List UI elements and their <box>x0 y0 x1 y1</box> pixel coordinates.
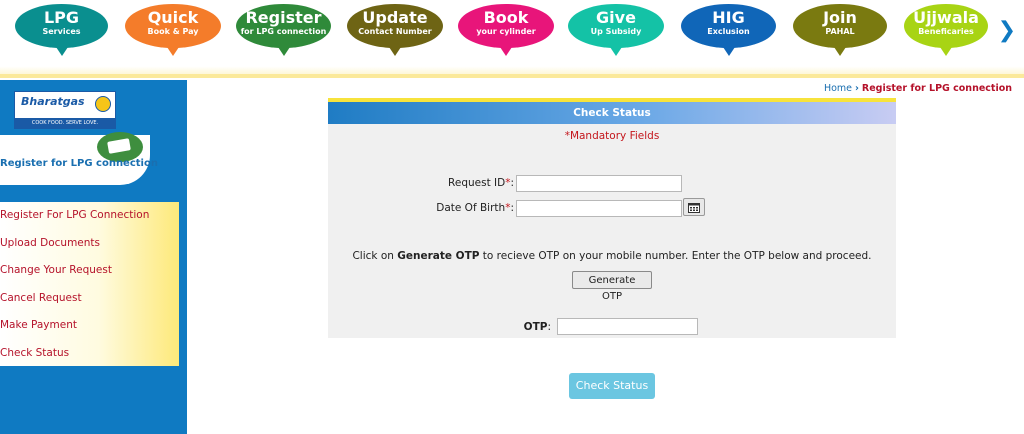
dob-label: Date Of Birth*: <box>436 202 514 214</box>
otp-label: OTP: <box>524 321 551 333</box>
chevron-right-icon[interactable]: ❯ <box>998 18 1016 43</box>
nav-subtitle: Contact Number <box>358 27 432 36</box>
nav-title: Give <box>596 8 636 27</box>
nav-subtitle: your cylinder <box>476 27 536 36</box>
section-banner: Register for LPG connection <box>0 132 158 185</box>
otp-msg-prefix: Click on <box>352 250 398 262</box>
nav-title: Join <box>823 8 857 27</box>
top-divider <box>0 74 1024 78</box>
banner-title: Register for LPG connection <box>0 158 158 169</box>
dob-label-text: Date Of Birth <box>436 202 506 214</box>
bharatgas-logo[interactable]: Bharatgas COOK FOOD. SERVE LOVE. <box>14 91 116 129</box>
breadcrumb-separator: › <box>855 83 859 94</box>
panel-title: Check Status <box>328 102 896 124</box>
sidebar-item-cancel-request[interactable]: Cancel Request <box>0 285 179 313</box>
logo-mark-icon <box>95 96 111 112</box>
logo-name: Bharatgas <box>21 95 85 108</box>
sidebar: Bharatgas COOK FOOD. SERVE LOVE. Registe… <box>0 80 187 434</box>
nav-book-cylinder[interactable]: Book your cylinder <box>458 4 554 56</box>
nav-subtitle: PAHAL <box>825 27 855 36</box>
logo-tagline: COOK FOOD. SERVE LOVE. <box>15 118 115 128</box>
check-status-button[interactable]: Check Status <box>569 373 655 399</box>
nav-title: HIG <box>712 8 745 27</box>
sidebar-item-upload-documents[interactable]: Upload Documents <box>0 230 179 258</box>
nav-subtitle: Exclusion <box>707 27 750 36</box>
otp-msg-bold: Generate OTP <box>397 250 480 262</box>
mandatory-note: *Mandatory Fields <box>564 130 660 142</box>
nav-title: Register <box>245 8 322 27</box>
label-colon: : <box>510 202 514 214</box>
nav-hig-exclusion[interactable]: HIG Exclusion <box>681 4 776 56</box>
calendar-button[interactable] <box>683 198 705 216</box>
sidebar-item-change-request[interactable]: Change Your Request <box>0 257 179 285</box>
nav-join-pahal[interactable]: Join PAHAL <box>793 4 887 56</box>
label-colon: : <box>547 321 551 333</box>
dob-input[interactable] <box>516 200 682 217</box>
breadcrumb: Home › Register for LPG connection <box>824 83 1012 94</box>
otp-input[interactable] <box>557 318 698 335</box>
nav-ujjwala-beneficiaries[interactable]: Ujjwala Beneficaries <box>904 4 988 56</box>
sidebar-menu: Register For LPG Connection Upload Docum… <box>0 202 179 366</box>
nav-subtitle: Services <box>42 27 81 36</box>
top-navigation: LPG Services Quick Book & Pay Register f… <box>0 0 1024 78</box>
nav-lpg-services[interactable]: LPG Services <box>15 4 108 56</box>
sidebar-item-check-status[interactable]: Check Status <box>0 340 179 368</box>
sidebar-item-make-payment[interactable]: Make Payment <box>0 312 179 340</box>
nav-quick-book-pay[interactable]: Quick Book & Pay <box>125 4 221 56</box>
nav-subtitle: for LPG connection <box>240 27 327 36</box>
request-id-label: Request ID*: <box>448 177 514 189</box>
calendar-icon <box>688 203 700 213</box>
breadcrumb-home[interactable]: Home <box>824 83 852 94</box>
nav-give-up-subsidy[interactable]: Give Up Subsidy <box>568 4 664 56</box>
otp-msg-suffix: to recieve OTP on your mobile number. En… <box>479 250 872 262</box>
request-id-label-text: Request ID <box>448 177 506 189</box>
breadcrumb-current: Register for LPG connection <box>861 83 1012 94</box>
otp-label-text: OTP <box>523 321 548 333</box>
nav-register[interactable]: Register for LPG connection <box>236 4 331 56</box>
nav-title: Ujjwala <box>913 8 979 27</box>
request-id-input[interactable] <box>516 175 682 192</box>
nav-subtitle: Beneficaries <box>918 27 974 36</box>
nav-title: Quick <box>147 8 199 27</box>
sidebar-item-register[interactable]: Register For LPG Connection <box>0 202 179 230</box>
nav-subtitle: Up Subsidy <box>590 27 642 36</box>
nav-title: LPG <box>43 8 80 27</box>
nav-title: Update <box>362 8 428 27</box>
label-colon: : <box>510 177 514 189</box>
generate-otp-button[interactable]: Generate OTP <box>572 271 652 302</box>
otp-instruction: Click on Generate OTP to recieve OTP on … <box>328 250 896 262</box>
check-status-panel: Check Status *Mandatory Fields Request I… <box>328 98 896 338</box>
nav-update-contact[interactable]: Update Contact Number <box>347 4 443 56</box>
nav-subtitle: Book & Pay <box>147 27 199 36</box>
nav-title: Book <box>483 8 529 27</box>
